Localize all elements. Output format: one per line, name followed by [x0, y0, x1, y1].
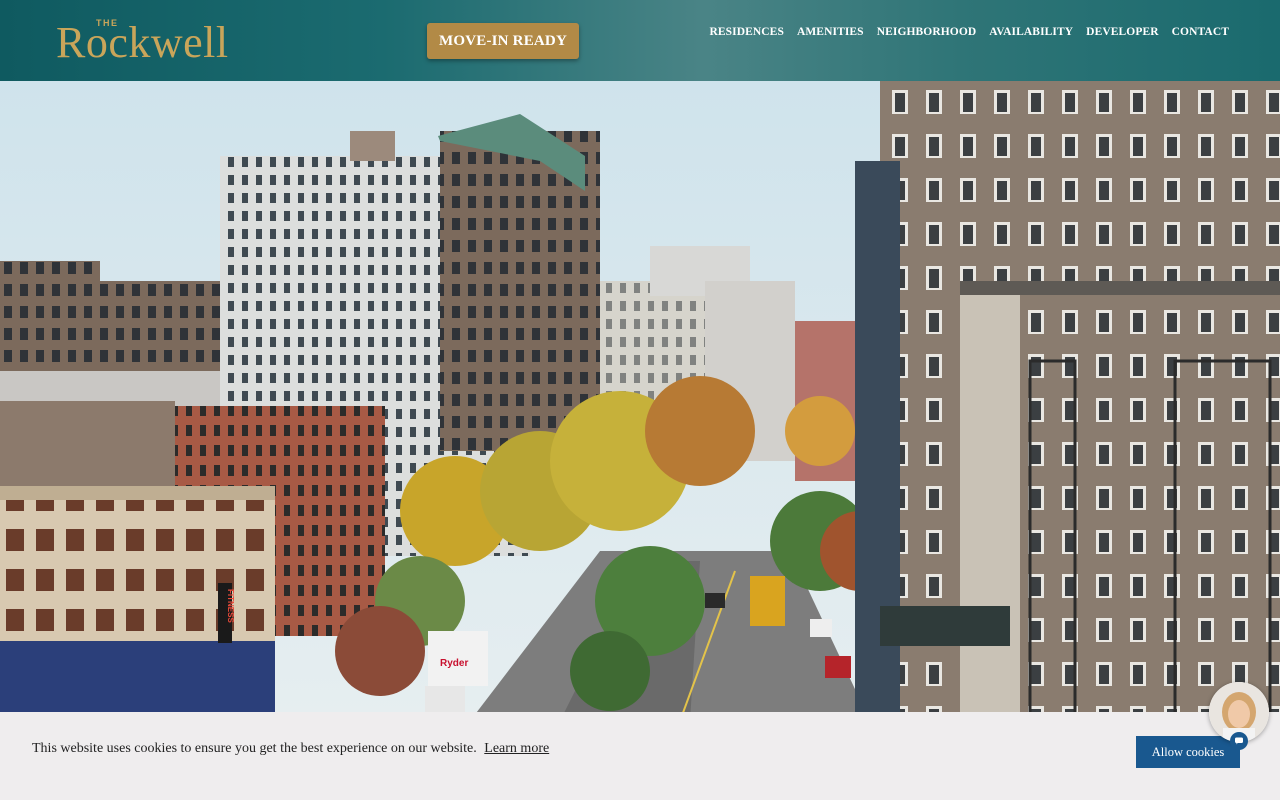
cookie-banner: This website uses cookies to ensure you … — [0, 712, 1280, 800]
allow-cookies-button[interactable]: Allow cookies — [1136, 736, 1240, 768]
nav-availability[interactable]: AVAILABILITY — [989, 26, 1073, 38]
site-header: THE Rockwell MOVE-IN READY RESIDENCES AM… — [0, 0, 1280, 81]
fitness-sign: FITNESS — [226, 589, 235, 623]
truck-sign: Ryder — [440, 658, 468, 669]
chat-bubble-icon[interactable] — [1230, 732, 1248, 750]
nav-contact[interactable]: CONTACT — [1172, 26, 1229, 38]
nav-developer[interactable]: DEVELOPER — [1086, 26, 1158, 38]
move-in-ready-button[interactable]: MOVE-IN READY — [427, 23, 579, 59]
hero-image: Ryder FITNESS — [0, 81, 1280, 721]
nav-residences[interactable]: RESIDENCES — [709, 26, 784, 38]
logo-wordmark: Rockwell — [56, 18, 229, 67]
cookie-message-wrap: This website uses cookies to ensure you … — [32, 741, 549, 757]
main-nav: RESIDENCES AMENITIES NEIGHBORHOOD AVAILA… — [709, 26, 1229, 38]
learn-more-link[interactable]: Learn more — [484, 741, 549, 756]
nav-neighborhood[interactable]: NEIGHBORHOOD — [877, 26, 977, 38]
brand-logo[interactable]: THE Rockwell — [56, 18, 256, 68]
cookie-message: This website uses cookies to ensure you … — [32, 741, 477, 756]
nav-amenities[interactable]: AMENITIES — [797, 26, 864, 38]
street-scene-illustration: Ryder FITNESS — [0, 81, 1280, 721]
